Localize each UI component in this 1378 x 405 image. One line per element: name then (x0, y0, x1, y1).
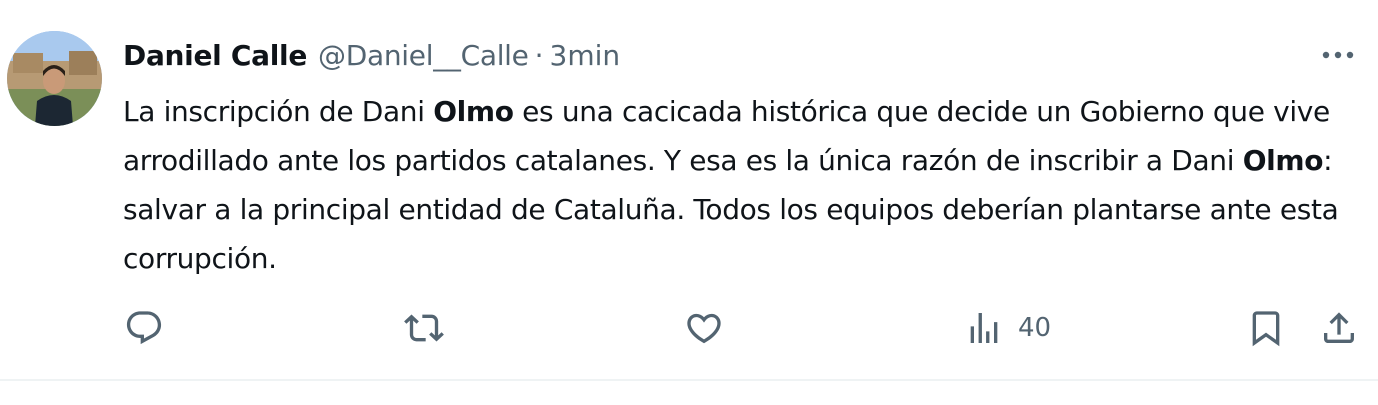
separator-dot: · (534, 38, 544, 72)
action-bar: 40 (0, 306, 1378, 350)
retweet-button[interactable] (403, 306, 445, 350)
tweet-header: Daniel Calle @Daniel__Calle · 3min (123, 33, 620, 77)
reply-icon (126, 311, 162, 345)
bookmark-button[interactable] (1246, 306, 1286, 350)
retweet-icon (404, 314, 444, 342)
avatar[interactable] (7, 31, 102, 126)
more-dots-icon (1322, 51, 1354, 59)
user-handle[interactable]: @Daniel__Calle (318, 39, 529, 72)
share-icon (1324, 312, 1354, 343)
timestamp[interactable]: 3min (550, 39, 621, 72)
tweet-text-bold: Olmo (433, 95, 514, 128)
reply-button[interactable] (124, 306, 164, 350)
heart-icon (687, 313, 721, 344)
avatar-image (7, 31, 102, 126)
tweet[interactable]: Daniel Calle @Daniel__Calle · 3min La in… (0, 0, 1378, 405)
tweet-text: La inscripción de Dani Olmo es una cacic… (123, 87, 1363, 283)
bookmark-icon (1252, 311, 1280, 347)
tweet-text-bold: Olmo (1242, 144, 1324, 177)
display-name[interactable]: Daniel Calle (123, 39, 307, 72)
views-chart-icon (970, 313, 998, 343)
tweet-text-part: La inscripción de Dani (123, 95, 434, 128)
divider (0, 379, 1378, 381)
views-count: 40 (1018, 313, 1052, 343)
like-button[interactable] (684, 306, 724, 350)
views-button[interactable]: 40 (964, 306, 1051, 350)
share-button[interactable] (1319, 306, 1359, 350)
more-options-button[interactable] (1318, 40, 1358, 70)
